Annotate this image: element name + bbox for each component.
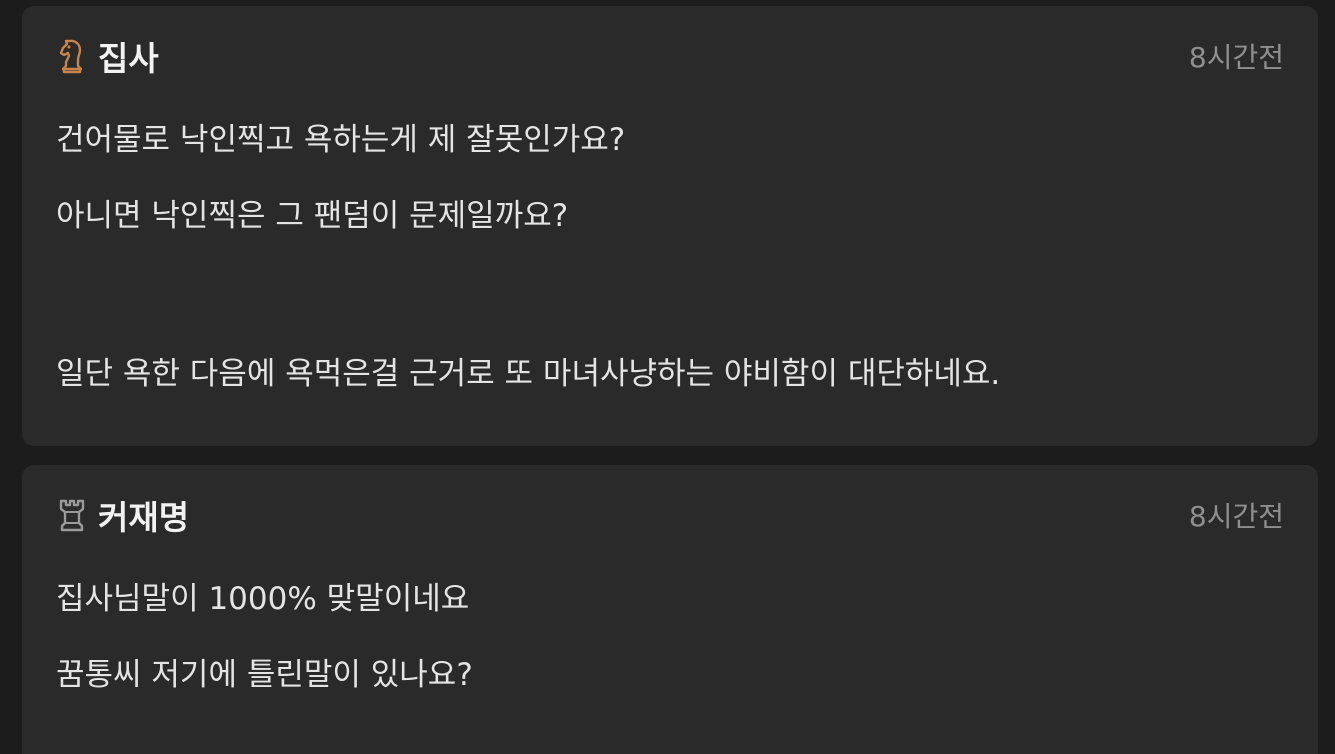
author-name[interactable]: 집사 (98, 32, 159, 80)
comment-card: 집사 8시간전 건어물로 낙인찍고 욕하는게 제 잘못인가요? 아니면 낙인찍은… (22, 6, 1318, 446)
comment-feed: 집사 8시간전 건어물로 낙인찍고 욕하는게 제 잘못인가요? 아니면 낙인찍은… (0, 0, 1335, 754)
comment-line: 꿈통씨 저기에 틀린말이 있나요? (56, 657, 473, 693)
comment-header: 커재명 8시간전 (56, 495, 1284, 537)
author-name[interactable]: 커재명 (98, 491, 189, 539)
knight-chess-icon (59, 39, 82, 74)
comment-line: 집사님말이 1000% 맞말이네요 (56, 581, 470, 617)
comment-header: 집사 8시간전 (56, 36, 1284, 78)
comment-timestamp: 8시간전 (1188, 500, 1284, 533)
comment-line: 건어물로 낙인찍고 욕하는게 제 잘못인가요? (56, 122, 626, 158)
comment-card: 커재명 8시간전 집사님말이 1000% 맞말이네요 꿈통씨 저기에 틀린말이 … (22, 465, 1318, 754)
comment-timestamp: 8시간전 (1188, 41, 1284, 74)
comment-line: 일단 욕한 다음에 욕먹은걸 근거로 또 마녀사냥하는 야비함이 대단하네요. (56, 356, 1001, 392)
rook-chess-icon (59, 499, 85, 532)
comment-body: 집사님말이 1000% 맞말이네요 꿈통씨 저기에 틀린말이 있나요? (56, 579, 1284, 695)
author-block[interactable]: 커재명 (56, 491, 189, 539)
comment-line: 아니면 낙인찍은 그 팬덤이 문제일까요? (56, 198, 569, 234)
comment-body: 건어물로 낙인찍고 욕하는게 제 잘못인가요? 아니면 낙인찍은 그 팬덤이 문… (56, 120, 1284, 394)
author-block[interactable]: 집사 (56, 32, 159, 80)
